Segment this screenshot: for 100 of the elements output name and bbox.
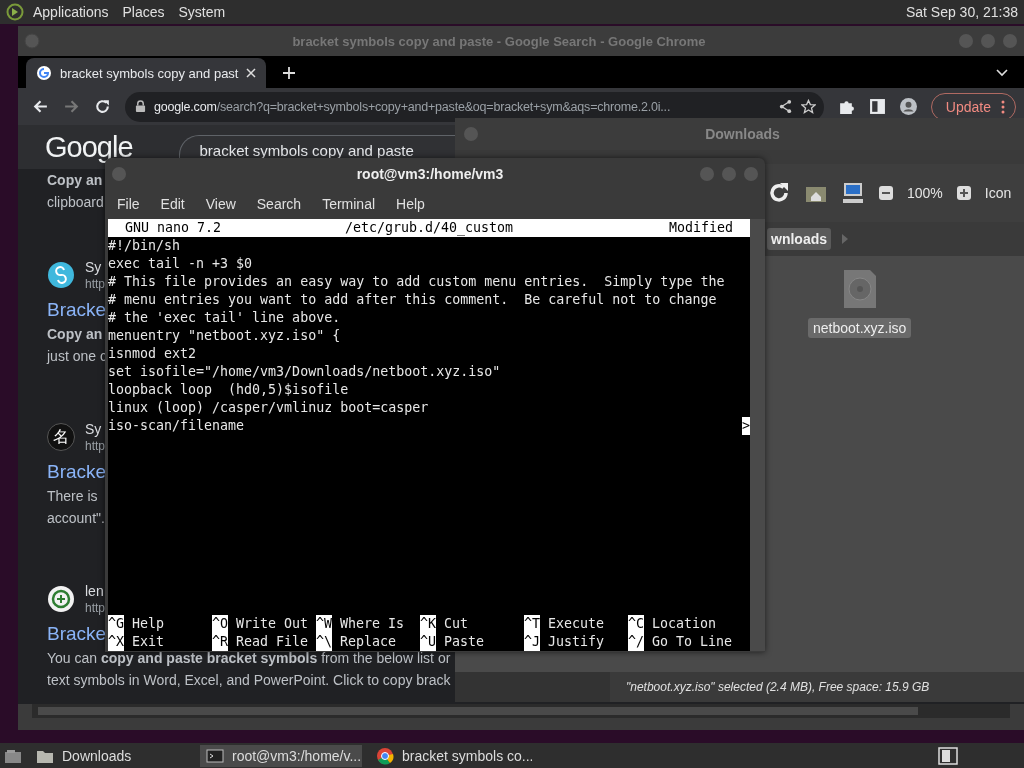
shortcut-label: Exit [132,633,165,651]
taskbar-button[interactable]: Downloads [30,744,192,767]
snippet-text: You can copy and paste bracket symbols from the below list or [47,649,451,668]
taskbar-button[interactable]: bracket symbols co... [370,744,532,767]
menu-item[interactable]: Edit [160,195,185,212]
vertical-scrollbar[interactable] [750,219,765,651]
avatar-icon[interactable] [899,98,917,115]
side-panel-icon[interactable] [868,98,886,115]
shortcut-label: Justify [548,633,605,651]
new-tab-icon[interactable] [282,66,296,80]
show-desktop-icon[interactable] [4,747,22,764]
panel-menu[interactable]: System [178,4,226,20]
shortcut-label: Execute [548,615,605,633]
tab-favicon-icon [36,65,52,81]
site-name: Sy [85,420,103,438]
file-name[interactable]: netboot.xyz.iso [808,318,912,338]
window-title: root@vm3:/home/vm3 [355,166,505,182]
code-line: iso-scan/filename [108,417,245,435]
terminal-icon [206,746,224,765]
taskbar-button[interactable]: root@vm3:/home/v... [200,744,362,767]
code-line: menuentry "netboot.xyz.iso" { [108,327,341,345]
window-title: Downloads [704,126,781,142]
shortcut-key: ^J [524,633,540,651]
view-selector[interactable]: Icon [984,185,1012,201]
site-favicon-icon [47,585,75,613]
line-continues-marker: > [742,417,750,435]
share-icon[interactable] [777,99,793,114]
file-path: /etc/grub.d/40_custom [344,219,514,237]
back-icon[interactable] [32,98,49,115]
site-url: http [85,276,105,292]
url-text: google.com/search?q=bracket+symbols+copy+and+paste&oq=bracket+sym&aqs=chrome.2.0i... [154,99,672,114]
forward-icon[interactable] [63,98,80,115]
code-line: #!/bin/sh [108,237,181,255]
code-line: loopback loop (hd0,5)$isofile [108,381,349,399]
browser-icon [376,746,394,765]
snippet-text: account". [47,509,105,528]
shortcut-label: Location [652,615,717,633]
update-button[interactable]: Update [930,92,1016,121]
shortcut-key: ^T [524,615,540,633]
code-line: set isofile="/home/vm3/Downloads/netboot.xyz.iso" [108,363,501,381]
distro-logo-icon[interactable] [6,3,24,21]
path-button[interactable]: wnloads [767,228,831,250]
result-link[interactable]: Bracke [47,297,107,323]
workspace-icon[interactable] [938,745,958,766]
panel-menu[interactable]: Places [122,4,165,20]
snippet-text: text symbols in Word, Excel, and PowerPoint. Click to copy brack [47,671,451,690]
shortcut-key: ^W [316,615,332,633]
site-favicon-icon [47,261,75,289]
reload-icon[interactable] [94,98,111,115]
editor-version: GNU nano 7.2 [125,219,223,237]
code-line: isnmod ext2 [108,345,197,363]
snippet-text: clipboard [47,193,104,212]
shortcut-key: ^\ [316,633,332,651]
site-url: http [85,600,105,616]
browser-tab[interactable]: bracket symbols copy and past [26,58,266,88]
panel-menu[interactable]: Applications [33,4,109,20]
shortcut-key: ^K [420,615,436,633]
close-icon[interactable] [246,68,257,78]
code-line: # the 'exec tail' line above. [108,309,341,327]
zoom-in-icon[interactable] [955,185,972,201]
site-url: http [85,438,105,454]
snippet-text: There is [47,487,98,506]
lock-icon[interactable] [135,100,146,113]
computer-icon[interactable] [841,181,865,205]
result-link[interactable]: Bracke [47,621,107,647]
menu-item[interactable]: Terminal [322,195,376,212]
address-bar[interactable]: google.com/search?q=bracket+symbols+copy+and+paste&oq=bracket+sym&aqs=chrome.2.0i... [125,91,824,122]
shortcut-label: Help [132,615,165,633]
puzzle-icon[interactable] [837,98,855,115]
window-title: bracket symbols copy and paste - Google Search - Google Chrome [291,33,707,49]
result-link[interactable]: Bracke [47,459,107,485]
menu-item[interactable]: Search [256,195,302,212]
code-line: # menu entries you want to add after this comment. Be careful not to change [108,291,717,309]
site-favicon: 名 [47,423,75,451]
shortcut-key: ^C [628,615,644,633]
star-icon[interactable] [800,99,816,114]
chevron-down-icon[interactable] [996,69,1008,77]
code-line: exec tail -n +3 $0 [108,255,253,273]
zoom-out-icon[interactable] [878,185,894,201]
shortcut-key: ^R [212,633,228,651]
menu-item[interactable]: Help [396,195,425,212]
shortcut-label: Paste [444,633,485,651]
code-line: linux (loop) /casper/vmlinuz boot=casper [108,399,429,417]
code-line: # This file provides an easy way to add custom menu entries. Simply type the [108,273,725,291]
reload-icon[interactable] [767,181,791,205]
shortcut-label: Read File [236,633,309,651]
shortcut-key: ^U [420,633,436,651]
menu-item[interactable]: File [117,195,140,212]
zoom-level: 100% [907,185,943,201]
shortcut-key: ^/ [628,633,644,651]
clock: Sat Sep 30, 21:38 [905,4,1018,20]
shortcut-label: Write Out [236,615,309,633]
shortcut-label: Go To Line [652,633,733,651]
menu-item[interactable]: View [205,195,236,212]
horizontal-scrollbar[interactable] [32,704,1010,718]
snippet-text: Copy an [47,325,103,344]
search-logo[interactable]: Google [45,130,133,164]
menu-dots-icon[interactable] [1001,99,1005,114]
site-name: Sy [85,258,103,276]
status-text: "netboot.xyz.iso" selected (2.4 MB), Free space: 15.9 GB [625,680,930,694]
